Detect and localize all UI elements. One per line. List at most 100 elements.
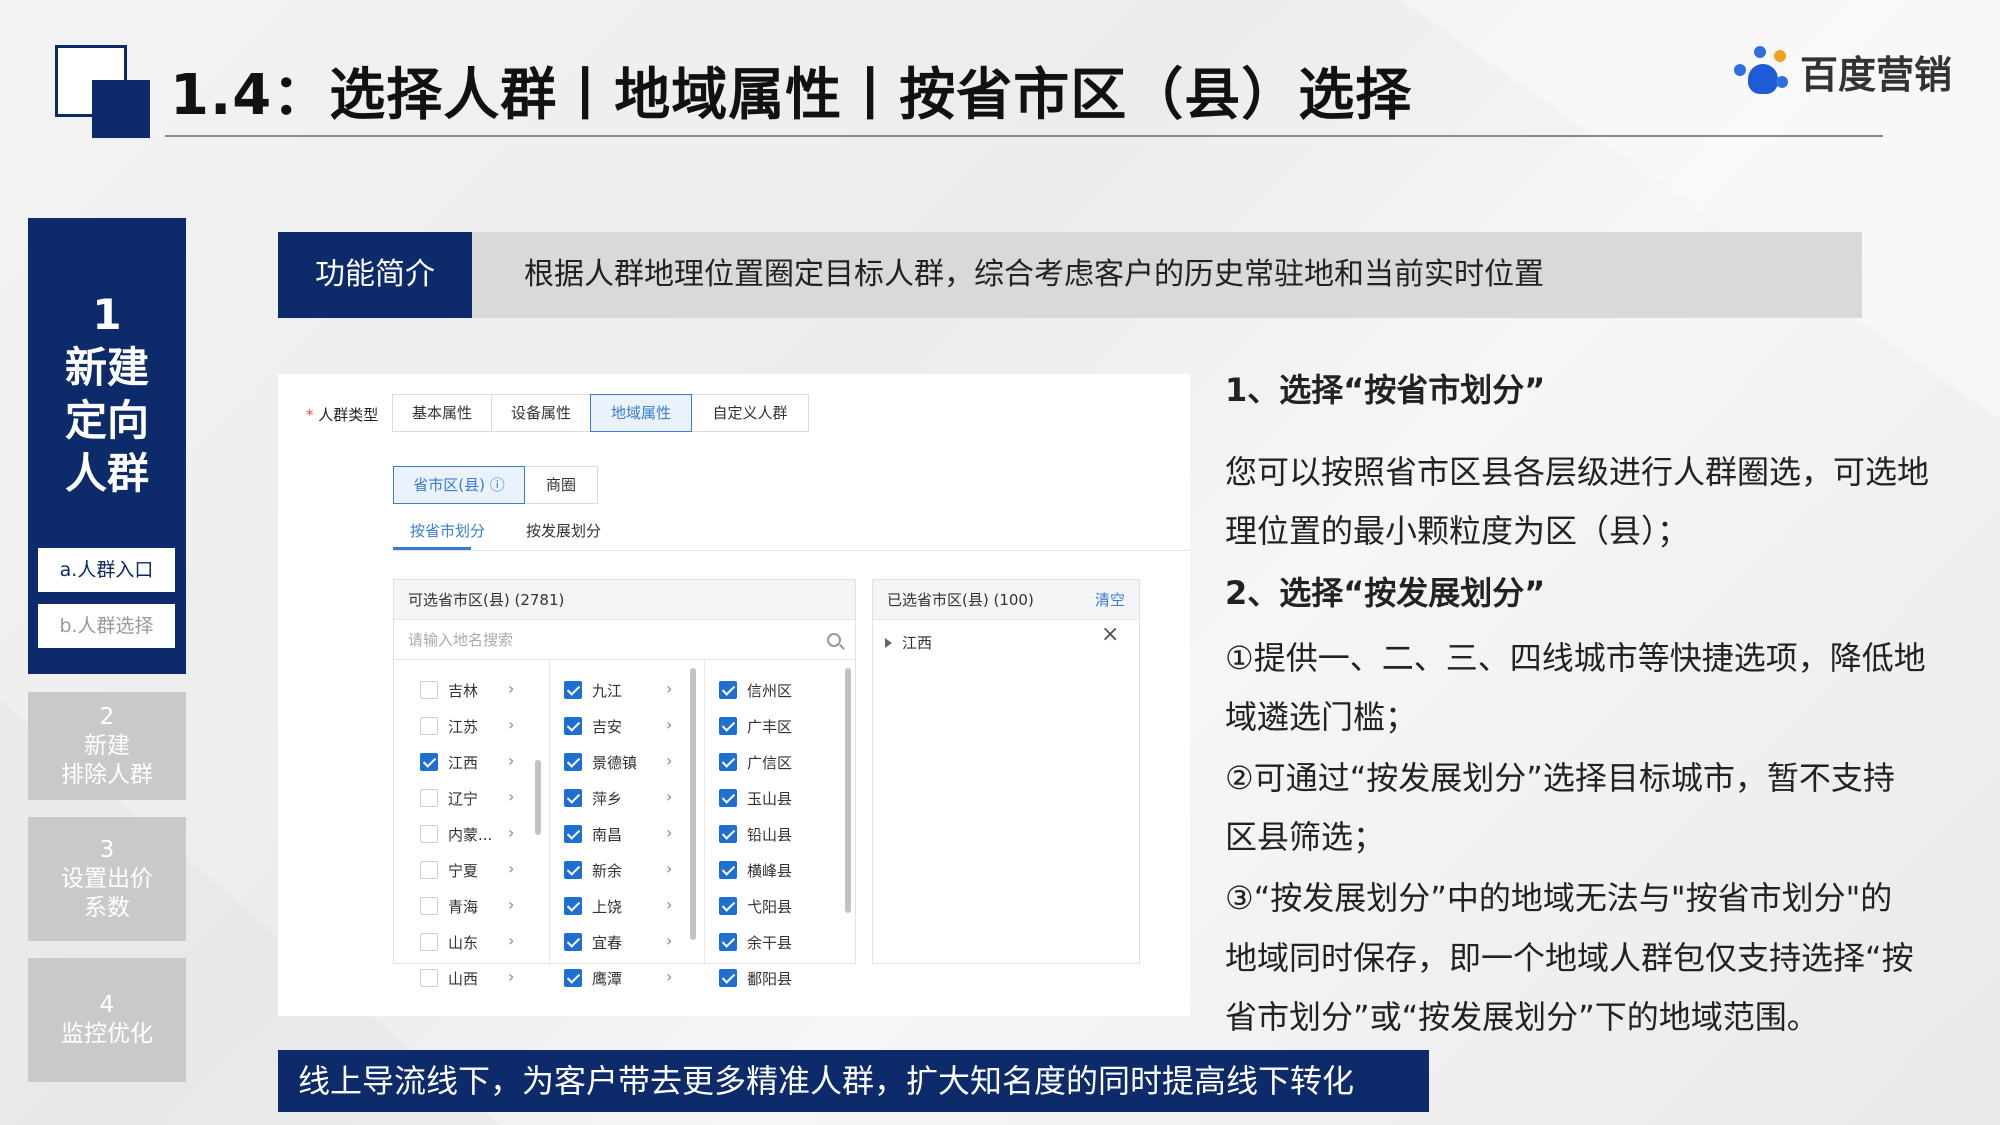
district-scrollbar[interactable] [845, 668, 851, 913]
city-item[interactable]: 上饶 › [564, 888, 684, 924]
city-item[interactable]: 景德镇 › [564, 744, 684, 780]
district-item[interactable]: 广丰区 [719, 708, 839, 744]
chevron-right-icon[interactable]: › [666, 715, 672, 734]
province-item[interactable]: 山东 › [420, 924, 540, 960]
chevron-right-icon[interactable]: › [666, 931, 672, 950]
city-scrollbar[interactable] [690, 668, 696, 940]
item-label: 辽宁 [448, 789, 479, 808]
checkbox[interactable] [420, 825, 438, 843]
item-label: 江西 [448, 753, 479, 772]
city-item[interactable]: 萍乡 › [564, 780, 684, 816]
city-item[interactable]: 宜春 › [564, 924, 684, 960]
tab-basic-attr[interactable]: 基本属性 [392, 394, 492, 432]
checkbox[interactable] [564, 789, 582, 807]
item-label: 山西 [448, 969, 479, 988]
district-item[interactable]: 余干县 [719, 924, 839, 960]
province-item[interactable]: 山西 › [420, 960, 540, 996]
city-item[interactable]: 新余 › [564, 852, 684, 888]
checkbox[interactable] [564, 717, 582, 735]
district-item[interactable]: 广信区 [719, 744, 839, 780]
nav-sub-crowd-select[interactable]: b.人群选择 [38, 604, 175, 648]
checkbox[interactable] [564, 969, 582, 987]
checkbox[interactable] [719, 969, 737, 987]
district-item[interactable]: 弋阳县 [719, 888, 839, 924]
subtab-by-development[interactable]: 按发展划分 [526, 520, 601, 541]
nav-step-1[interactable]: 1 新建 定向 人群 a.人群入口 b.人群选择 [28, 218, 186, 674]
nav-sub-crowd-entry[interactable]: a.人群入口 [38, 548, 175, 592]
chevron-right-icon[interactable]: › [508, 967, 514, 986]
chevron-right-icon[interactable]: › [666, 967, 672, 986]
paragraph-line: ③“按发展划分”中的地域无法与"按省市划分"的 [1225, 879, 1893, 917]
chevron-right-icon[interactable]: › [508, 823, 514, 842]
checkbox[interactable] [719, 753, 737, 771]
selected-item[interactable]: 江西 [885, 632, 932, 653]
checkbox[interactable] [719, 897, 737, 915]
checkbox[interactable] [564, 861, 582, 879]
province-item[interactable]: 江西 › [420, 744, 540, 780]
close-icon[interactable]: × [1101, 622, 1119, 647]
checkbox[interactable] [420, 933, 438, 951]
subtab-by-province[interactable]: 按省市划分 [410, 520, 485, 541]
province-scrollbar[interactable] [535, 760, 541, 835]
province-item[interactable]: 青海 › [420, 888, 540, 924]
city-item[interactable]: 九江 › [564, 672, 684, 708]
mode-business-district-button[interactable]: 商圈 [524, 466, 598, 504]
clear-button[interactable]: 清空 [1095, 580, 1125, 620]
chevron-right-icon[interactable]: › [508, 859, 514, 878]
search-icon[interactable] [827, 633, 841, 647]
checkbox[interactable] [564, 681, 582, 699]
chevron-right-icon[interactable]: › [508, 715, 514, 734]
checkbox[interactable] [420, 861, 438, 879]
province-item[interactable]: 内蒙... › [420, 816, 540, 852]
checkbox[interactable] [420, 969, 438, 987]
checkbox[interactable] [420, 681, 438, 699]
checkbox[interactable] [564, 753, 582, 771]
city-item[interactable]: 鹰潭 › [564, 960, 684, 996]
district-item[interactable]: 玉山县 [719, 780, 839, 816]
province-item[interactable]: 宁夏 › [420, 852, 540, 888]
checkbox[interactable] [564, 825, 582, 843]
nav-step-2[interactable]: 2 新建 排除人群 [28, 692, 186, 800]
chevron-right-icon[interactable]: › [508, 895, 514, 914]
checkbox[interactable] [420, 789, 438, 807]
chevron-right-icon[interactable]: › [666, 787, 672, 806]
checkbox[interactable] [719, 825, 737, 843]
chevron-right-icon[interactable]: › [666, 751, 672, 770]
checkbox[interactable] [420, 717, 438, 735]
title-divider [165, 135, 1883, 137]
region-search-input[interactable]: 请输入地名搜索 [394, 620, 855, 660]
checkbox[interactable] [420, 753, 438, 771]
checkbox[interactable] [719, 789, 737, 807]
district-item[interactable]: 横峰县 [719, 852, 839, 888]
tab-region-attr[interactable]: 地域属性 [590, 394, 692, 432]
province-item[interactable]: 辽宁 › [420, 780, 540, 816]
nav-step-3[interactable]: 3 设置出价 系数 [28, 817, 186, 941]
expand-arrow-icon[interactable] [885, 638, 892, 648]
city-item[interactable]: 吉安 › [564, 708, 684, 744]
checkbox[interactable] [420, 897, 438, 915]
checkbox[interactable] [719, 681, 737, 699]
chevron-right-icon[interactable]: › [508, 931, 514, 950]
chevron-right-icon[interactable]: › [508, 751, 514, 770]
chevron-right-icon[interactable]: › [666, 823, 672, 842]
nav-step-4[interactable]: 4 监控优化 [28, 958, 186, 1082]
province-item[interactable]: 吉林 › [420, 672, 540, 708]
checkbox[interactable] [564, 933, 582, 951]
district-item[interactable]: 信州区 [719, 672, 839, 708]
tab-custom-crowd[interactable]: 自定义人群 [691, 394, 809, 432]
checkbox[interactable] [719, 861, 737, 879]
city-item[interactable]: 南昌 › [564, 816, 684, 852]
chevron-right-icon[interactable]: › [508, 679, 514, 698]
chevron-right-icon[interactable]: › [666, 859, 672, 878]
chevron-right-icon[interactable]: › [666, 679, 672, 698]
chevron-right-icon[interactable]: › [666, 895, 672, 914]
district-item[interactable]: 铅山县 [719, 816, 839, 852]
tab-device-attr[interactable]: 设备属性 [491, 394, 591, 432]
checkbox[interactable] [564, 897, 582, 915]
province-item[interactable]: 江苏 › [420, 708, 540, 744]
chevron-right-icon[interactable]: › [508, 787, 514, 806]
checkbox[interactable] [719, 933, 737, 951]
district-item[interactable]: 鄱阳县 [719, 960, 839, 996]
mode-province-city-button[interactable]: 省市区(县) ⓘ [393, 466, 525, 504]
checkbox[interactable] [719, 717, 737, 735]
